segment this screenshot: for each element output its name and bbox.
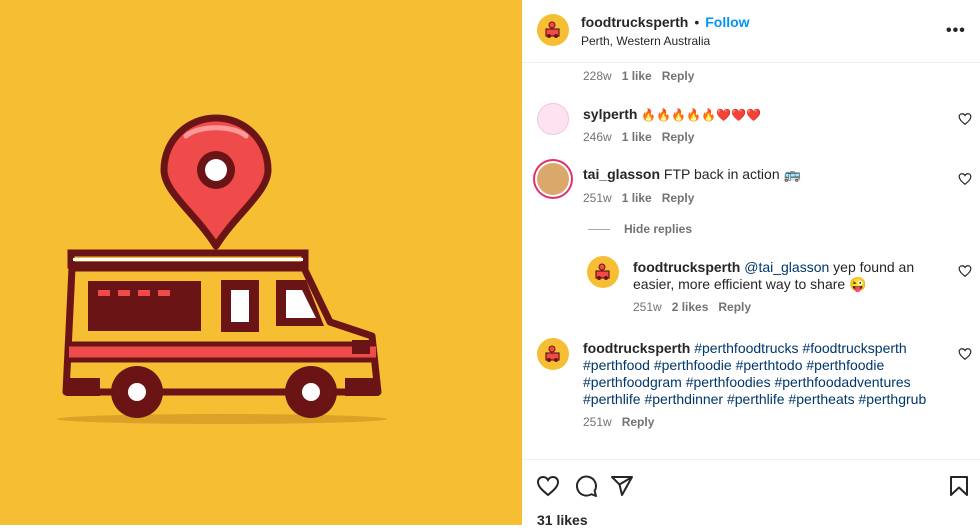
post-header: foodtrucksperth • Follow Perth, Western Au…: [522, 0, 980, 63]
author-line: foodtrucksperth • Follow: [581, 14, 750, 32]
location-pin-icon: [160, 114, 272, 250]
food-truck-illustration: [57, 114, 387, 424]
comments-list[interactable]: 228w 1 like Reply sylperth 🔥🔥🔥🔥🔥❤️❤️❤️ 246…: [522, 63, 980, 459]
food-truck-icon: [545, 345, 560, 362]
food-truck-icon: [62, 249, 382, 418]
post-side-panel: foodtrucksperth • Follow Perth, Western Au…: [522, 0, 980, 528]
caption-text: foodtrucksperth #perthfoodtrucks #foodtr…: [583, 340, 933, 408]
caption-time[interactable]: 251w: [583, 415, 612, 429]
caption-tags[interactable]: #perthlife #perthdinner #perthlife #pert…: [583, 391, 933, 408]
caption-meta: 251w Reply: [583, 415, 664, 429]
author-username[interactable]: foodtrucksperth: [581, 14, 688, 30]
share-icon[interactable]: [610, 474, 634, 498]
reply-button[interactable]: Reply: [622, 415, 655, 429]
caption-tags[interactable]: #perthfoodgram #perthfoodies #perthfooda…: [583, 374, 933, 391]
food-truck-icon: [545, 21, 560, 38]
post-image[interactable]: [0, 0, 522, 525]
caption-item: foodtrucksperth #perthfoodtrucks #foodtr…: [522, 63, 980, 443]
more-icon[interactable]: •••: [946, 22, 966, 40]
comment-icon[interactable]: [574, 474, 598, 498]
likes-count[interactable]: 31 likes: [537, 512, 588, 528]
bookmark-icon[interactable]: [947, 474, 971, 498]
caption-username[interactable]: foodtrucksperth: [583, 340, 690, 356]
post-actions: 31 likes: [522, 459, 980, 528]
author-avatar[interactable]: [537, 338, 569, 370]
post-location[interactable]: Perth, Western Australia: [581, 34, 710, 48]
caption-tags[interactable]: #perthfoodtrucks #foodtrucksperth: [694, 340, 906, 356]
caption-tags[interactable]: #perthfood #perthfoodie #perthtodo #pert…: [583, 357, 933, 374]
separator-dot: •: [694, 14, 700, 30]
follow-button[interactable]: Follow: [705, 14, 749, 30]
author-avatar[interactable]: [537, 14, 569, 46]
heart-icon[interactable]: [536, 474, 560, 498]
heart-icon[interactable]: [958, 347, 972, 361]
